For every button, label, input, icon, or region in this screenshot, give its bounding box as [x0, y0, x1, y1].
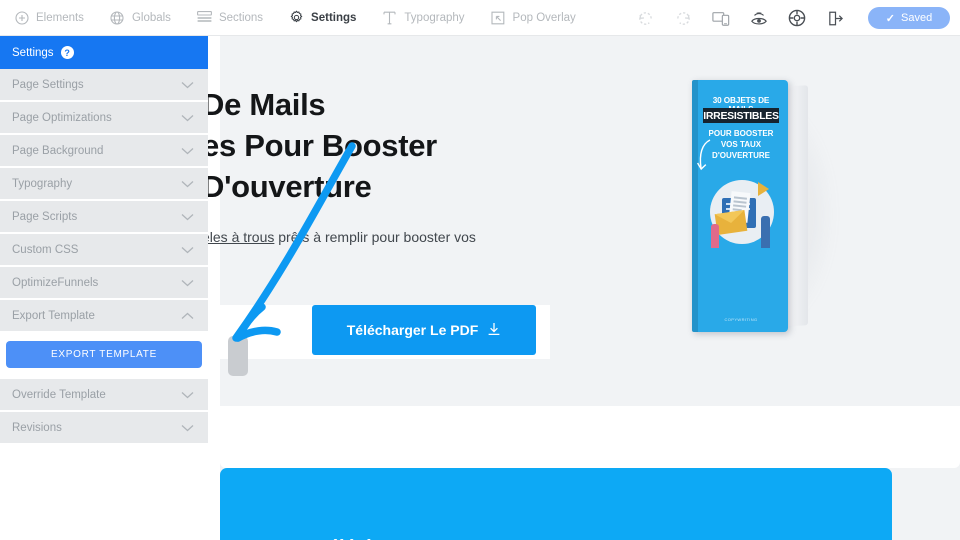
sidebar-item-typography[interactable]: Typography	[0, 168, 208, 201]
sidebar-header-title: Settings	[12, 46, 54, 59]
export-template-button[interactable]: EXPORT TEMPLATE	[6, 341, 202, 368]
sidebar-item-export-template[interactable]: Export Template	[0, 300, 208, 333]
hero-heading[interactable]: De Mails es Pour Booster D'ouverture	[208, 84, 550, 207]
typography-icon	[382, 10, 397, 25]
toolbar-right-group: ✓ Saved	[636, 0, 950, 36]
book-cover-logo: COPYWRITING	[724, 317, 758, 322]
sidebar-item-override-template[interactable]: Override Template	[0, 379, 208, 412]
sidebar-item-label: Override Template	[12, 388, 106, 401]
sidebar-header: Settings ?	[0, 36, 208, 69]
sections-icon	[196, 10, 212, 25]
help-icon[interactable]: ?	[60, 46, 74, 59]
hero-heading-line: es Pour Booster	[208, 128, 437, 163]
chevron-down-icon	[181, 246, 194, 253]
toolbar-item-label: Globals	[131, 11, 171, 24]
toolbar-item-pop-overlay[interactable]: Pop Overlay	[491, 10, 576, 25]
downloads-section[interactable]: Téléchargements	[220, 468, 892, 540]
hero-heading-line: D'ouverture	[208, 169, 372, 204]
chevron-down-icon	[181, 81, 194, 88]
toolbar-item-label: Elements	[36, 11, 84, 24]
chevron-down-icon	[181, 180, 194, 187]
hero-text-block: De Mails es Pour Booster D'ouverture èle…	[208, 84, 550, 247]
book-spine	[692, 80, 698, 332]
globe-icon	[110, 10, 125, 25]
toolbar-item-label: Settings	[311, 11, 357, 24]
sidebar-item-page-settings[interactable]: Page Settings	[0, 69, 208, 102]
top-toolbar: Elements Globals Sections Settings Typog…	[0, 0, 960, 36]
chevron-down-icon	[181, 213, 194, 220]
book-cover-illustration	[706, 178, 778, 260]
toolbar-item-label: Pop Overlay	[512, 11, 576, 24]
sidebar-item-revisions[interactable]: Revisions	[0, 412, 208, 445]
toolbar-item-typography[interactable]: Typography	[382, 10, 465, 25]
sidebar-item-page-scripts[interactable]: Page Scripts	[0, 201, 208, 234]
chevron-down-icon	[181, 114, 194, 121]
saved-status-button[interactable]: ✓ Saved	[868, 7, 950, 29]
sidebar-item-label: Page Background	[12, 144, 104, 157]
toolbar-item-settings[interactable]: Settings	[289, 10, 356, 25]
hero-section[interactable]: De Mails es Pour Booster D'ouverture èle…	[208, 36, 960, 406]
sidebar-item-label: Export Template	[12, 309, 95, 322]
sidebar-item-label: Revisions	[12, 421, 62, 434]
toolbar-left-group: Elements Globals Sections Settings Typog…	[0, 10, 576, 25]
help-lifebuoy-icon[interactable]	[788, 9, 806, 27]
gear-icon	[289, 10, 304, 25]
sidebar-item-page-optimizations[interactable]: Page Optimizations	[0, 102, 208, 135]
saved-label: Saved	[901, 12, 933, 24]
editor-window: Elements Globals Sections Settings Typog…	[0, 0, 960, 540]
sidebar-item-label: Page Scripts	[12, 210, 78, 223]
sidebar-item-label: Page Optimizations	[12, 111, 112, 124]
chevron-down-icon	[181, 147, 194, 154]
download-pdf-button[interactable]: Télécharger Le PDF	[312, 305, 536, 355]
hero-heading-line: De Mails	[208, 87, 326, 122]
sidebar-filler	[0, 445, 208, 505]
chevron-down-icon	[181, 279, 194, 286]
toolbar-item-label: Sections	[218, 11, 264, 24]
sidebar-item-label: OptimizeFunnels	[12, 276, 99, 289]
plus-circle-icon	[14, 10, 29, 25]
sidebar-item-label: Typography	[12, 177, 73, 190]
downloads-white-band	[220, 406, 960, 468]
toolbar-item-sections[interactable]: Sections	[196, 10, 264, 25]
chevron-down-icon	[181, 424, 194, 431]
sidebar-item-label: Page Settings	[12, 78, 84, 91]
redo-icon[interactable]	[674, 9, 692, 27]
exit-door-icon[interactable]	[826, 9, 844, 27]
sidebar-item-page-background[interactable]: Page Background	[0, 135, 208, 168]
pop-overlay-icon	[491, 10, 506, 25]
export-template-panel: EXPORT TEMPLATE	[0, 333, 208, 379]
responsive-devices-icon[interactable]	[712, 9, 730, 27]
ebook-mockup-image[interactable]: 30 OBJETS DE MAILS IRRESISTIBLES POUR BO…	[682, 80, 842, 340]
sidebar-item-optimizefunnels[interactable]: OptimizeFunnels	[0, 267, 208, 300]
sidebar-item-label: Custom CSS	[12, 243, 79, 256]
toolbar-item-globals[interactable]: Globals	[110, 10, 171, 25]
download-pdf-label: Télécharger Le PDF	[346, 322, 479, 338]
sidebar-item-custom-css[interactable]: Custom CSS	[0, 234, 208, 267]
chevron-up-icon	[181, 312, 194, 319]
chevron-down-icon	[181, 391, 194, 398]
hero-subtitle[interactable]: èles à trous prêts à remplir pour booste…	[208, 227, 550, 247]
book-cover: 30 OBJETS DE MAILS IRRESISTIBLES POUR BO…	[692, 80, 788, 332]
check-icon: ✓	[885, 12, 895, 25]
hero-subtitle-rest: prêts à remplir pour booster vos	[274, 229, 476, 245]
toolbar-item-label: Typography	[404, 11, 465, 24]
settings-sidebar: Settings ? Page Settings Page Optimizati…	[0, 36, 208, 540]
element-drag-handle[interactable]	[228, 336, 248, 376]
page-canvas: De Mails es Pour Booster D'ouverture èle…	[208, 36, 960, 540]
download-icon	[487, 322, 501, 339]
undo-icon[interactable]	[636, 9, 654, 27]
book-cover-line2: IRRESISTIBLES	[703, 108, 779, 123]
hero-subtitle-underlined: èles à trous	[208, 229, 275, 245]
toolbar-item-elements[interactable]: Elements	[14, 10, 84, 25]
preview-eye-icon[interactable]	[750, 9, 768, 27]
book-cover-arrow-icon	[696, 139, 711, 171]
